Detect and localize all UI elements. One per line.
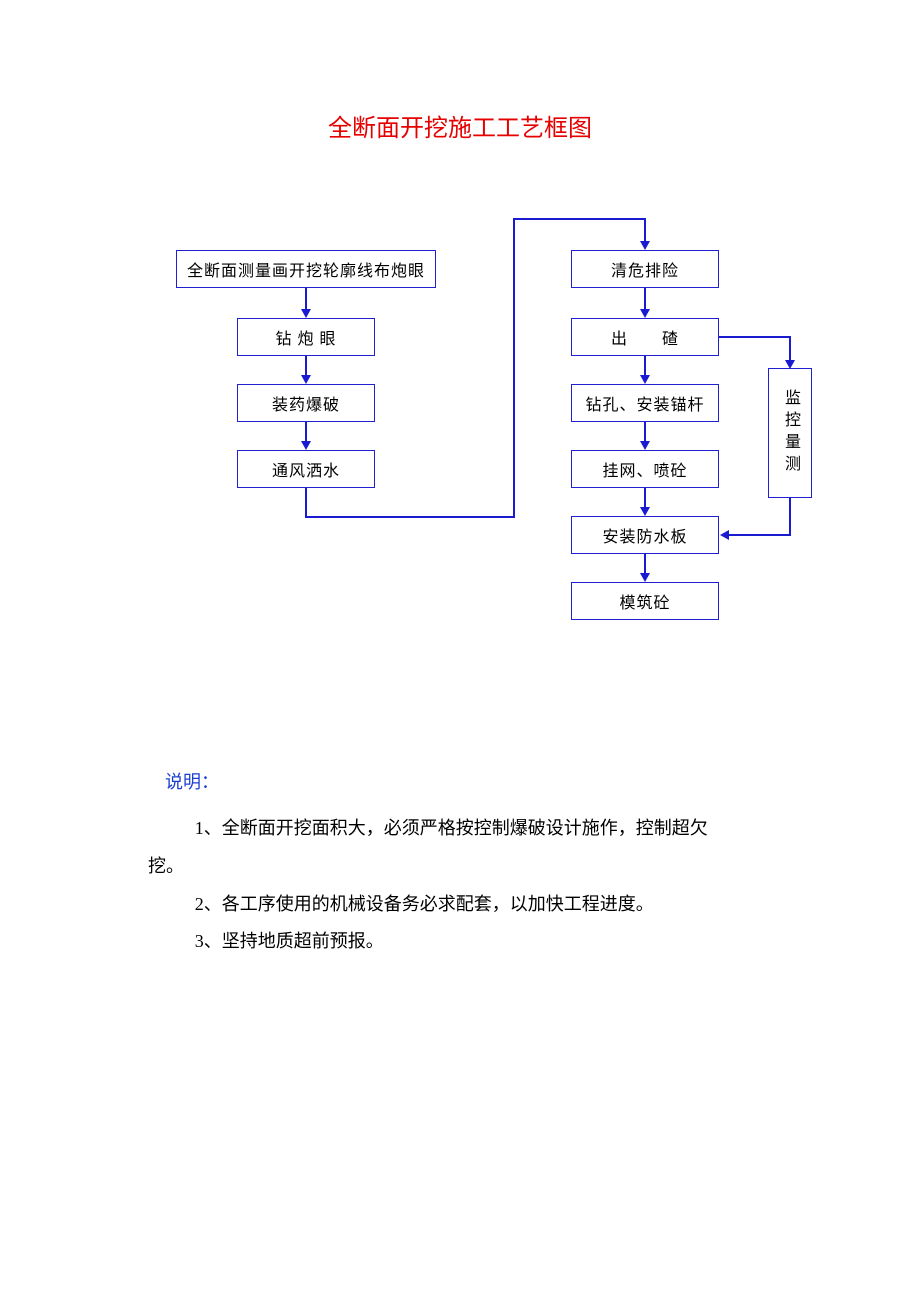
box-side-monitor: 监控量测	[768, 368, 812, 498]
edge-side-in-h	[719, 336, 789, 338]
arrow-side-in	[785, 360, 795, 369]
notes-item-2: 2、各工序使用的机械设备务必求配套，以加快工程进度。	[148, 886, 776, 924]
edge-route-4	[513, 218, 646, 220]
notes-item-3: 3、坚持地质超前预报。	[148, 923, 776, 961]
notes-heading: 说明：	[165, 768, 219, 794]
edge-route-2	[305, 516, 515, 518]
box-right-5-label: 安装防水板	[602, 523, 687, 547]
arrow-r3-r4	[640, 441, 650, 450]
arrow-r2-r3	[640, 375, 650, 384]
box-left-2: 钻 炮 眼	[237, 318, 375, 356]
edge-l2-l3	[305, 356, 307, 376]
edge-r3-r4	[644, 422, 646, 442]
box-right-5: 安装防水板	[571, 516, 719, 554]
edge-r4-r5	[644, 488, 646, 508]
notes-item-1a: 1、全断面开挖面积大，必须严格按控制爆破设计施作，控制超欠	[148, 810, 776, 848]
edge-l3-l4	[305, 422, 307, 442]
box-side-monitor-label: 监控量测	[778, 389, 802, 477]
box-right-1: 清危排险	[571, 250, 719, 288]
notes-item-1b: 挖。	[148, 848, 776, 886]
box-right-3-label: 钻孔、安装锚杆	[585, 391, 704, 415]
arrow-side-out	[720, 530, 729, 540]
edge-l1-l2	[305, 288, 307, 310]
edge-side-out-v	[789, 498, 791, 534]
edge-route-3	[513, 218, 515, 518]
box-left-4: 通风洒水	[237, 450, 375, 488]
box-right-6: 模筑砼	[571, 582, 719, 620]
box-left-1: 全断面测量画开挖轮廓线布炮眼	[176, 250, 436, 288]
box-right-3: 钻孔、安装锚杆	[571, 384, 719, 422]
box-left-1-label: 全断面测量画开挖轮廓线布炮眼	[187, 257, 425, 281]
edge-side-in-v	[789, 336, 791, 361]
box-right-4: 挂网、喷砼	[571, 450, 719, 488]
edge-r1-r2	[644, 288, 646, 310]
edge-r5-r6	[644, 554, 646, 574]
arrow-r4-r5	[640, 507, 650, 516]
arrow-r1-r2	[640, 309, 650, 318]
box-right-6-label: 模筑砼	[619, 589, 670, 613]
box-right-2-label: 出 碴	[611, 325, 679, 349]
edge-r2-r3	[644, 356, 646, 376]
box-right-2: 出 碴	[571, 318, 719, 356]
notes-body: 1、全断面开挖面积大，必须严格按控制爆破设计施作，控制超欠 挖。 2、各工序使用…	[148, 810, 776, 961]
box-right-1-label: 清危排险	[611, 257, 679, 281]
box-left-4-label: 通风洒水	[272, 457, 340, 481]
arrow-route-end	[640, 241, 650, 250]
flowchart-canvas: 全断面测量画开挖轮廓线布炮眼 钻 炮 眼 装药爆破 通风洒水 清危排险 出 碴 …	[0, 218, 920, 678]
arrow-l2-l3	[301, 375, 311, 384]
arrow-r5-r6	[640, 573, 650, 582]
box-left-3: 装药爆破	[237, 384, 375, 422]
edge-side-out-h	[728, 534, 791, 536]
box-left-3-label: 装药爆破	[272, 391, 340, 415]
box-right-4-label: 挂网、喷砼	[602, 457, 687, 481]
edge-route-5	[644, 218, 646, 242]
edge-route-1	[305, 488, 307, 518]
arrow-l3-l4	[301, 441, 311, 450]
page-title: 全断面开挖施工工艺框图	[0, 108, 920, 143]
arrow-l1-l2	[301, 309, 311, 318]
box-left-2-label: 钻 炮 眼	[275, 325, 336, 349]
